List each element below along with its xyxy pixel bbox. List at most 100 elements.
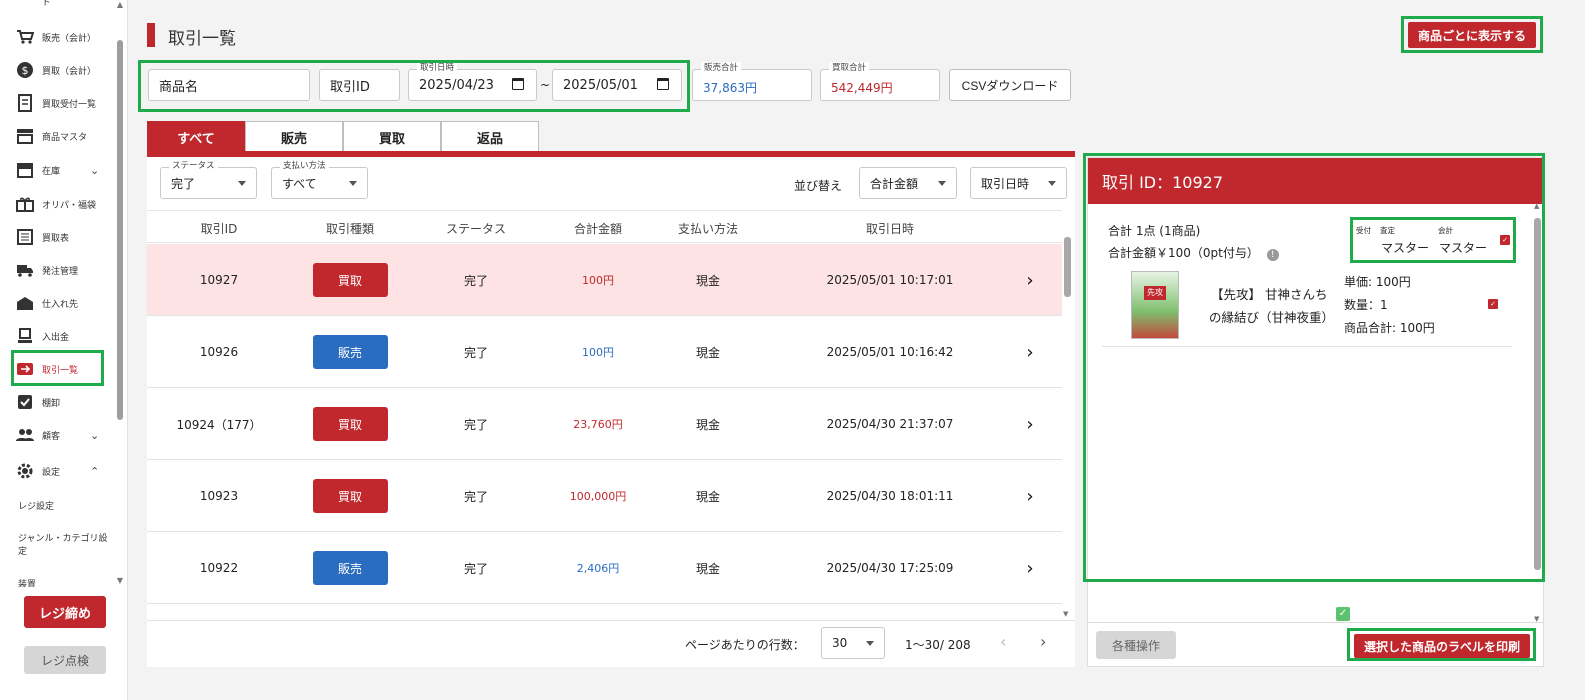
payment-select[interactable]: 支払い方法 すべて — [271, 160, 368, 199]
row-type: 買取 — [300, 460, 400, 532]
staff-account-label: 会計 — [1438, 226, 1453, 235]
next-page-icon[interactable]: › — [1040, 632, 1046, 651]
row-status: 完了 — [463, 345, 488, 360]
sidebar-item-purchase[interactable]: $ 買取（会計） — [16, 57, 96, 83]
item-checkbox[interactable]: ✓ — [1488, 299, 1498, 309]
card-thumbnail[interactable]: 先攻 — [1131, 271, 1179, 339]
table-row[interactable]: 10922 販売 完了 2,406円 現金 2025/04/30 17:25:0… — [147, 532, 1062, 604]
sidebar-item-label: 買取（会計） — [42, 66, 97, 77]
column-header: 取引日時 — [865, 222, 914, 236]
tab-purchase[interactable]: 買取 — [343, 121, 441, 152]
sidebar-item-purchase-table[interactable]: 買取表 — [16, 224, 69, 250]
sidebar-item-label: ド — [42, 0, 52, 8]
print-labels-button[interactable]: 選択した商品のラベルを印刷 — [1354, 634, 1530, 658]
sidebar-item-top[interactable]: ド — [16, 0, 51, 14]
sort-field-select[interactable]: 合計金額 — [859, 167, 957, 199]
sort-order-select[interactable]: 取引日時 — [970, 167, 1067, 199]
sidebar-item-cash[interactable]: 入出金 — [16, 323, 69, 349]
scroll-up-icon[interactable]: ▲ — [1534, 202, 1539, 210]
type-badge: 販売 — [312, 335, 388, 369]
chevron-right-icon[interactable]: › — [1015, 532, 1045, 604]
sidebar-subitem-genre-category[interactable]: ジャンル・カテゴリ設定 — [18, 533, 108, 559]
table-row[interactable]: 10924（177） 買取 完了 23,760円 現金 2025/04/30 2… — [147, 388, 1062, 460]
detail-title: 取引 ID：10927 — [1088, 158, 1543, 204]
sort-order-value: 取引日時 — [981, 176, 1030, 191]
sidebar-subitem-register-settings[interactable]: レジ設定 — [18, 501, 108, 514]
tab-all[interactable]: すべて — [147, 121, 245, 152]
bank-icon — [16, 327, 34, 345]
gift-icon — [16, 195, 34, 213]
table-row[interactable]: 10927 買取 完了 100円 現金 2025/05/01 10:17:01 … — [147, 244, 1062, 316]
sidebar-item-purchase-reception[interactable]: 買取受付一覧 — [16, 90, 96, 116]
status-select[interactable]: ステータス 完了 — [160, 160, 257, 199]
tab-returns[interactable]: 返品 — [441, 121, 539, 152]
grid-icon — [16, 0, 34, 10]
sales-total-field: 販売合計 37,863円 — [692, 62, 812, 101]
table-row[interactable]: 10923 買取 完了 100,000円 現金 2025/04/30 18:01… — [147, 460, 1062, 532]
register-check-button[interactable]: レジ点検 — [24, 646, 106, 674]
transaction-id-input[interactable]: 取引ID — [319, 69, 400, 101]
highlight-box — [1350, 217, 1516, 263]
sidebar-item-settings[interactable]: 設定 ⌃ — [16, 458, 99, 484]
rows-per-page-label: ページあたりの行数： — [685, 638, 805, 652]
sidebar-item-product-master[interactable]: 商品マスタ — [16, 123, 87, 149]
svg-text:$: $ — [22, 64, 29, 77]
sort-field-value: 合計金額 — [870, 176, 919, 191]
column-header: ステータス — [445, 222, 506, 236]
gear-icon — [16, 462, 34, 480]
row-payment: 現金 — [695, 489, 720, 504]
status-select-label: ステータス — [169, 160, 218, 172]
caret-down-icon — [238, 181, 246, 186]
sidebar-item-sales[interactable]: 販売（会計） — [16, 24, 96, 50]
sidebar-item-label: オリパ・福袋 — [42, 200, 97, 211]
scroll-down-icon[interactable]: ▼ — [1063, 610, 1068, 618]
people-icon — [16, 426, 34, 444]
chevron-right-icon[interactable]: › — [1015, 316, 1045, 388]
row-payment: 現金 — [695, 561, 720, 576]
sidebar-scroll-down-icon[interactable]: ▼ — [117, 576, 123, 585]
calendar-icon[interactable] — [512, 78, 524, 90]
clipboard-check-icon — [16, 393, 34, 411]
operations-button[interactable]: 各種操作 — [1096, 631, 1176, 659]
table-row[interactable]: 10926 販売 完了 100円 現金 2025/05/01 10:16:42 … — [147, 316, 1062, 388]
item-subtotal: 商品合計: 100円 — [1344, 321, 1435, 335]
chevron-right-icon[interactable]: › — [1015, 244, 1045, 316]
chevron-right-icon[interactable]: › — [1015, 388, 1045, 460]
sidebar-scrollbar[interactable] — [117, 40, 123, 420]
staff-checkbox[interactable]: ✓ — [1500, 235, 1510, 245]
row-id: 10927 — [199, 273, 239, 287]
calendar-icon[interactable] — [657, 78, 669, 90]
column-header: 取引ID — [200, 222, 238, 236]
show-per-item-button[interactable]: 商品ごとに表示する — [1408, 22, 1536, 48]
select-all-checkbox[interactable]: ✓ — [1336, 607, 1350, 621]
info-icon[interactable]: ! — [1266, 249, 1279, 261]
sidebar-item-inventory[interactable]: 在庫 ⌄ — [16, 157, 99, 183]
sidebar-subitem-device[interactable]: 装置 — [18, 579, 108, 587]
sidebar-scroll-up-icon[interactable]: ▲ — [117, 0, 123, 9]
rows-per-page-select[interactable]: 30 — [821, 627, 885, 659]
sidebar-item-stocktaking[interactable]: 棚卸 — [16, 389, 60, 415]
date-from-input[interactable]: 取引日時 2025/04/23 — [408, 62, 537, 101]
detail-scrollbar[interactable] — [1534, 218, 1541, 570]
chevron-up-icon: ⌃ — [90, 464, 100, 478]
sidebar-item-suppliers[interactable]: 仕入れ先 — [16, 290, 78, 316]
sidebar-item-label: 在庫 — [42, 166, 61, 177]
title-accent-bar — [147, 23, 155, 47]
dollar-icon: $ — [16, 61, 34, 79]
date-to-input[interactable]: 2025/05/01 — [552, 69, 682, 101]
product-name-input[interactable]: 商品名 — [148, 69, 310, 101]
chevron-right-icon[interactable]: › — [1015, 460, 1045, 532]
table-scrollbar[interactable] — [1064, 237, 1071, 297]
sidebar-item-customers[interactable]: 顧客 ⌄ — [16, 422, 99, 448]
csv-download-button[interactable]: CSVダウンロード — [949, 69, 1071, 101]
register-close-button[interactable]: レジ締め — [24, 596, 106, 628]
prev-page-icon[interactable]: ‹ — [1000, 632, 1006, 651]
sidebar-item-transactions[interactable]: 取引一覧 — [16, 356, 78, 382]
sidebar-item-oripa[interactable]: オリパ・福袋 — [16, 191, 96, 217]
item-unit-price: 単価: 100円 — [1344, 275, 1411, 289]
tab-sales[interactable]: 販売 — [245, 121, 343, 152]
caret-down-icon — [349, 181, 357, 186]
row-amount: 2,406円 — [576, 562, 620, 575]
column-header: 取引種類 — [325, 222, 374, 236]
sidebar-item-ordering[interactable]: 発注管理 — [16, 257, 78, 283]
